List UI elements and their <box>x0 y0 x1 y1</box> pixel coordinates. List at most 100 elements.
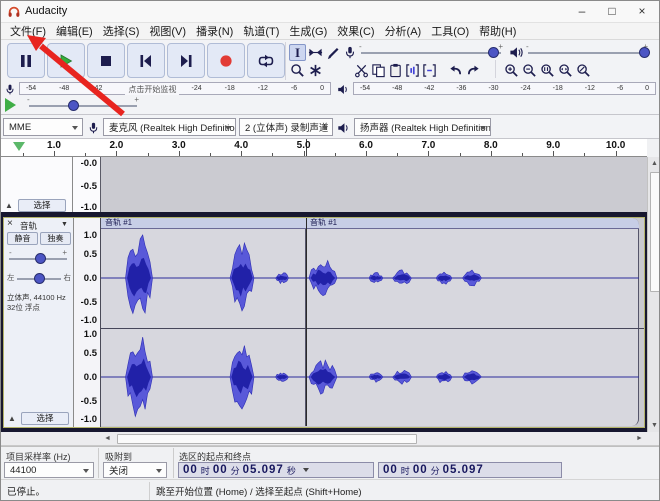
loop-button[interactable] <box>247 43 285 78</box>
zoom-out-button[interactable] <box>521 62 538 79</box>
audio-host-select[interactable]: MME <box>3 118 83 136</box>
scroll-up-icon[interactable]: ▲ <box>648 160 660 167</box>
menu-effect[interactable]: 效果(C) <box>332 22 379 40</box>
track-1-waveform-area[interactable] <box>101 157 647 212</box>
selection-tool-button[interactable]: I <box>289 44 306 61</box>
zoom-tool-button[interactable] <box>289 62 306 79</box>
solo-button[interactable]: 独奏 <box>40 232 71 245</box>
multi-tool-button[interactable] <box>307 62 324 79</box>
selection-start-field[interactable]: 00时 00分 05.097秒 <box>178 462 374 478</box>
play-icon <box>58 53 74 69</box>
ruler-tick-mark <box>366 151 367 156</box>
ruler-tick-mark <box>210 153 211 156</box>
waveform-channel-left[interactable] <box>101 229 644 327</box>
close-track-icon[interactable]: × <box>7 218 13 229</box>
project-rate-select[interactable]: 44100 <box>4 462 94 478</box>
track-1-vertical-ruler[interactable]: -0.0-0.5-1.0 <box>73 157 101 212</box>
output-device-speaker-icon <box>337 121 351 135</box>
record-button[interactable] <box>207 43 245 78</box>
mute-button[interactable]: 静音 <box>7 232 38 245</box>
play-at-speed-slider[interactable]: -+ <box>29 98 137 112</box>
silence-audio-button[interactable] <box>421 62 438 79</box>
menu-transport[interactable]: 播录(N) <box>191 22 238 40</box>
pinned-play-head-icon[interactable] <box>13 142 25 151</box>
recording-device-select[interactable]: 麦克风 (Realtek High Definition Au <box>103 118 236 136</box>
record-icon <box>218 53 234 69</box>
copy-button[interactable] <box>370 62 387 79</box>
clip-title-bar[interactable]: 音轨 #1 <box>101 218 306 229</box>
gain-slider[interactable]: - + <box>9 251 67 265</box>
redo-button[interactable] <box>465 62 482 79</box>
waveform-channel-right[interactable] <box>101 328 644 426</box>
chevron-down-icon <box>83 469 89 473</box>
skip-to-start-button[interactable] <box>127 43 165 78</box>
playback-meter[interactable]: -54-48-42-36-30-24-18-12-60 <box>353 82 656 95</box>
envelope-tool-button[interactable] <box>307 44 324 61</box>
vertical-scrollbar-thumb[interactable] <box>650 172 660 292</box>
cut-button[interactable] <box>353 62 370 79</box>
monitor-hint[interactable]: 点击开始监视 <box>125 84 179 95</box>
timeline-ruler[interactable]: 1.02.03.04.05.06.07.08.09.010.0 <box>1 139 647 157</box>
fit-project-button[interactable] <box>557 62 574 79</box>
play-at-speed-button[interactable] <box>5 98 16 112</box>
trim-audio-button[interactable] <box>404 62 421 79</box>
track-1-select-button[interactable]: 选择 <box>18 199 66 212</box>
vertical-scrollbar[interactable]: ▲ ▼ <box>647 157 660 432</box>
undo-button[interactable] <box>447 62 464 79</box>
amplitude-scale-label: -0.5 <box>73 396 97 407</box>
meter-tick: 0 <box>645 83 649 94</box>
zoom-to-selection-button[interactable] <box>539 62 556 79</box>
menu-tracks[interactable]: 轨道(T) <box>238 22 284 40</box>
amplitude-scale-label: -1.0 <box>73 414 97 425</box>
menu-edit[interactable]: 编辑(E) <box>51 22 98 40</box>
title-bar: Audacity – □ × <box>1 1 659 23</box>
track-menu-dropdown-icon[interactable]: ▼ <box>61 221 68 228</box>
skip-to-end-button[interactable] <box>167 43 205 78</box>
recording-meter[interactable]: -54-48-42-36-30-24-18-12-60 点击开始监视 <box>19 82 331 95</box>
playback-volume-slider[interactable]: -+ <box>528 45 646 59</box>
recording-channels-select[interactable]: 2 (立体声) 录制声道 <box>239 118 333 136</box>
track-2-select-button[interactable]: 选择 <box>21 412 69 425</box>
horizontal-scrollbar-thumb[interactable] <box>117 434 417 444</box>
menu-file[interactable]: 文件(F) <box>5 22 51 40</box>
track-2-waveform-area[interactable]: 音轨 #1 音轨 #1 <box>101 218 644 427</box>
menu-select[interactable]: 选择(S) <box>98 22 145 40</box>
pause-button[interactable] <box>7 43 45 78</box>
playback-device-select[interactable]: 扬声器 (Realtek High Definition Au <box>354 118 491 136</box>
time-format-dropdown-icon[interactable] <box>303 468 309 472</box>
clip-title-bar[interactable]: 音轨 #1 <box>306 218 639 229</box>
horizontal-scrollbar[interactable]: ◄ ► <box>1 432 660 446</box>
recording-volume-slider[interactable]: -+ <box>361 45 501 59</box>
pan-slider[interactable]: 左 右 <box>6 270 72 286</box>
menu-generate[interactable]: 生成(G) <box>284 22 332 40</box>
track-2-vertical-ruler[interactable]: 1.00.50.0-0.5-1.01.00.50.0-0.5-1.0 <box>74 218 101 427</box>
ruler-tick: 8.0 <box>478 140 504 151</box>
ruler-tick-mark <box>553 151 554 156</box>
scroll-down-icon[interactable]: ▼ <box>648 422 660 429</box>
close-button[interactable]: × <box>627 1 657 22</box>
minimize-button[interactable]: – <box>567 1 597 22</box>
maximize-button[interactable]: □ <box>597 1 627 22</box>
menu-tools[interactable]: 工具(O) <box>426 22 474 40</box>
collapse-track-icon[interactable]: ▲ <box>5 201 13 210</box>
snap-to-select[interactable]: 关闭 <box>103 462 167 478</box>
selection-end-field[interactable]: 00时 00分 05.097 <box>378 462 562 478</box>
ruler-tick-mark <box>460 153 461 156</box>
stop-button[interactable] <box>87 43 125 78</box>
scroll-left-icon[interactable]: ◄ <box>101 435 114 442</box>
menu-analyze[interactable]: 分析(A) <box>380 22 427 40</box>
amplitude-scale-label: -0.5 <box>73 181 97 192</box>
paste-button[interactable] <box>387 62 404 79</box>
track-1-control-panel[interactable]: ▲ 选择 <box>1 157 73 212</box>
collapse-track-icon[interactable]: ▲ <box>8 414 16 423</box>
scroll-right-icon[interactable]: ► <box>633 435 646 442</box>
play-button[interactable] <box>47 43 85 78</box>
zoom-in-button[interactable] <box>503 62 520 79</box>
track-name[interactable]: 音轨 <box>20 220 37 232</box>
meter-tick: -30 <box>488 83 498 94</box>
draw-tool-button[interactable] <box>325 44 342 61</box>
zoom-toggle-button[interactable] <box>575 62 592 79</box>
menu-view[interactable]: 视图(V) <box>144 22 191 40</box>
menu-help[interactable]: 帮助(H) <box>474 22 521 40</box>
track-2-control-panel[interactable]: × 音轨 ▼ 静音 独奏 - + 左 右 立体声, 44100 Hz 32位 浮… <box>4 218 74 427</box>
